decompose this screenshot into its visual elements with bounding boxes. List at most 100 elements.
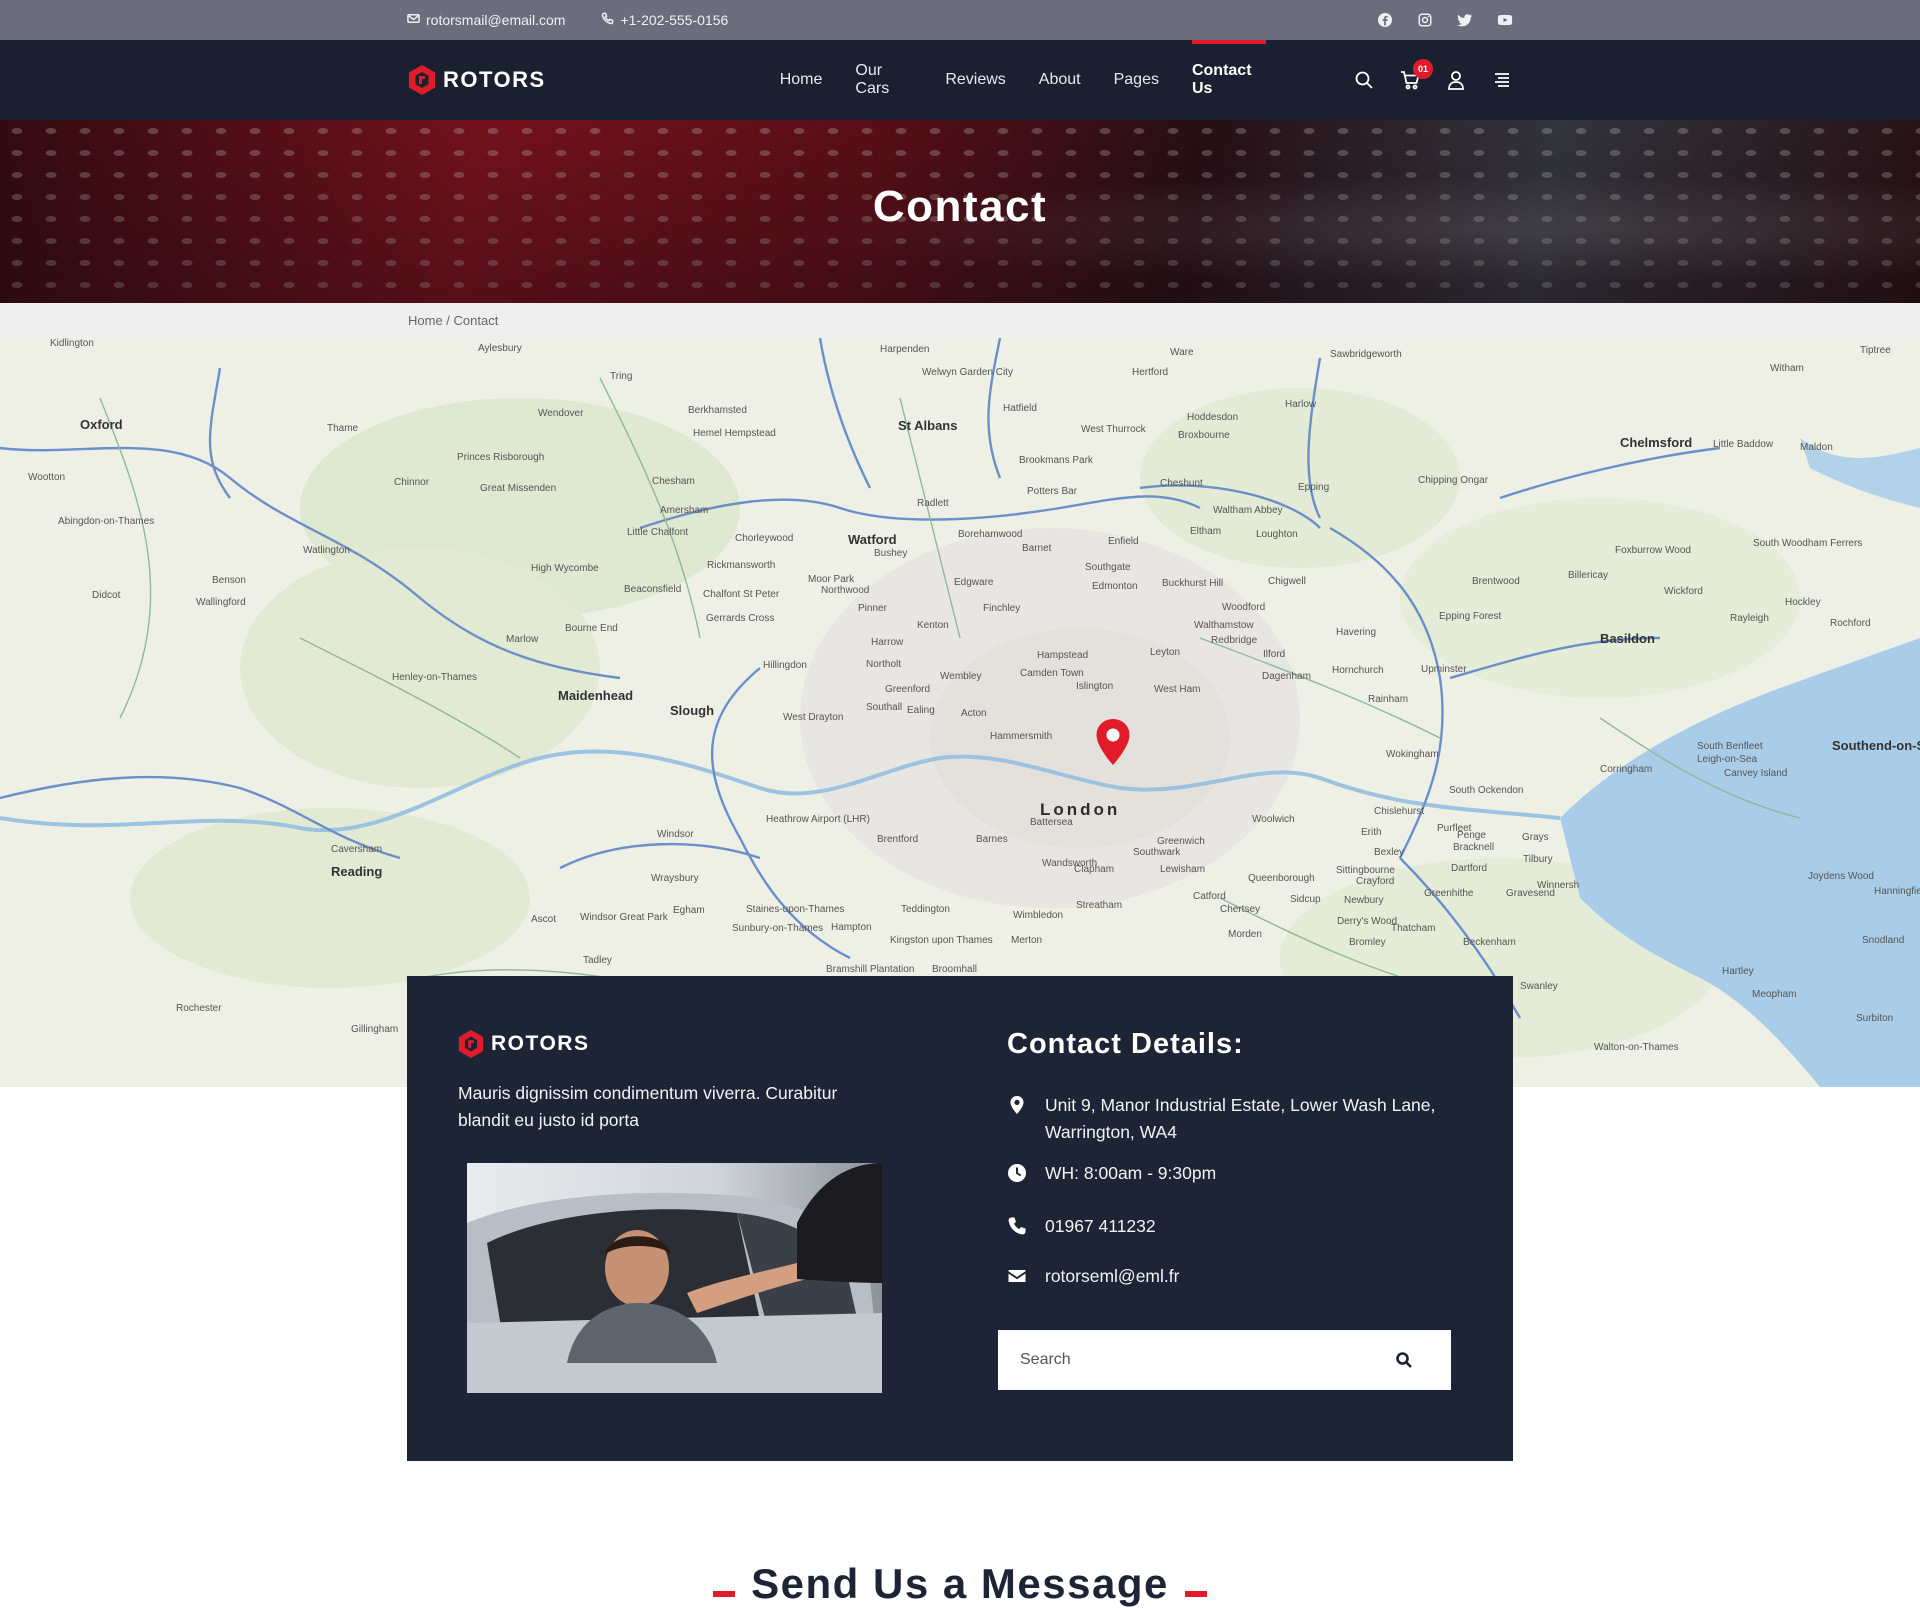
company-description: Mauris dignissim condimentum viverra. Cu… xyxy=(458,1083,838,1130)
map-label: Rochester xyxy=(176,1003,222,1014)
map-label: Tring xyxy=(610,371,633,382)
map-label: Edmonton xyxy=(1092,581,1138,592)
card-logo[interactable]: ROTORS xyxy=(457,1029,589,1059)
search-input[interactable] xyxy=(1020,1351,1380,1369)
map-label: Merton xyxy=(1011,935,1043,946)
map-label: Leyton xyxy=(1150,647,1181,658)
search-button-icon[interactable] xyxy=(1395,1351,1413,1369)
cart-count-badge: 01 xyxy=(1413,59,1433,79)
page-hero: Contact xyxy=(0,120,1920,303)
map-label: Redbridge xyxy=(1211,635,1258,646)
instagram-icon[interactable] xyxy=(1417,12,1433,28)
map-label: Witham xyxy=(1770,363,1804,374)
youtube-icon[interactable] xyxy=(1497,12,1513,28)
address-text: Unit 9, Manor Industrial Estate, Lower W… xyxy=(1045,1095,1436,1142)
breadcrumb[interactable]: Home / Contact xyxy=(408,313,498,328)
map-label-london: London xyxy=(1040,800,1121,819)
contact-details-heading: Contact Details: xyxy=(1007,1028,1244,1060)
map-label: Chislehurst xyxy=(1374,806,1425,817)
map-label: Crayford xyxy=(1356,876,1395,887)
map-label: Brentford xyxy=(877,834,919,845)
map-label: Wraysbury xyxy=(651,873,699,884)
map-label: Princes Risborough xyxy=(457,452,545,463)
map-label: Amersham xyxy=(660,505,709,516)
map-label: Bexley xyxy=(1374,847,1405,858)
map-label: Wallingford xyxy=(196,597,246,608)
map-label: Lewisham xyxy=(1160,864,1206,875)
facebook-icon[interactable] xyxy=(1377,12,1393,28)
map-label: Rayleigh xyxy=(1730,613,1769,624)
map-label: Chipping Ongar xyxy=(1418,475,1489,486)
map-label: Hampstead xyxy=(1037,650,1089,661)
map-label: Epping xyxy=(1298,482,1330,493)
map-label: Upminster xyxy=(1421,664,1467,675)
contact-phone[interactable]: 01967 411232 xyxy=(1007,1213,1156,1240)
main-menu: Home Our Cars Reviews About Pages Contac… xyxy=(780,40,1299,120)
search-icon[interactable] xyxy=(1353,69,1375,91)
map-label: Ascot xyxy=(531,914,557,925)
location-map[interactable]: Kidlington Aylesbury Tring Harpenden War… xyxy=(0,338,1920,1087)
nav-home[interactable]: Home xyxy=(780,40,823,120)
map-label: Brookmans Park xyxy=(1019,455,1093,466)
map-label: Gillingham xyxy=(351,1024,399,1035)
map-label: Abingdon-on-Thames xyxy=(58,516,155,527)
map-label: Broxbourne xyxy=(1178,430,1230,441)
email-text: rotorseml@eml.fr xyxy=(1045,1266,1180,1286)
map-label: West Ham xyxy=(1154,684,1201,695)
map-label: Wimbledon xyxy=(1013,910,1064,921)
user-icon[interactable] xyxy=(1445,69,1467,91)
map-label: Queenborough xyxy=(1248,873,1315,884)
topbar-phone[interactable]: +1-202-555-0156 xyxy=(601,12,728,28)
map-label: Bromley xyxy=(1349,937,1386,948)
map-label: Hemel Hempstead xyxy=(693,428,776,439)
map-label: Dartford xyxy=(1451,863,1488,874)
map-label: Sawbridgeworth xyxy=(1330,349,1402,360)
heading-accent-left xyxy=(713,1590,736,1597)
menu-icon[interactable] xyxy=(1491,69,1513,91)
map-label: Havering xyxy=(1336,627,1377,638)
map-label: Greenwich xyxy=(1157,836,1205,847)
map-label: Waltham Abbey xyxy=(1213,505,1283,516)
nav-about[interactable]: About xyxy=(1039,40,1081,120)
map-label: Finchley xyxy=(983,603,1021,614)
map-label: Hillingdon xyxy=(763,660,807,671)
hours-text: WH: 8:00am - 9:30pm xyxy=(1045,1163,1217,1183)
map-label: Northwood xyxy=(821,585,870,596)
map-label: South Benfleet xyxy=(1697,741,1763,752)
map-label: Greenford xyxy=(885,684,931,695)
nav-contact-us[interactable]: Contact Us xyxy=(1191,40,1267,120)
map-label: Potters Bar xyxy=(1027,486,1078,497)
map-label: Walton-on-Thames xyxy=(1594,1042,1679,1053)
map-label: Slough xyxy=(670,703,715,718)
contact-card: ROTORS Mauris dignissim condimentum vive… xyxy=(407,976,1513,1461)
map-label: Bracknell xyxy=(1453,842,1495,853)
map-label: Northolt xyxy=(866,659,902,670)
topbar-email[interactable]: rotorsmail@email.com xyxy=(407,12,565,28)
nav-pages[interactable]: Pages xyxy=(1114,40,1159,120)
contact-email[interactable]: rotorseml@eml.fr xyxy=(1007,1263,1179,1290)
nav-reviews[interactable]: Reviews xyxy=(945,40,1005,120)
map-label: Foxburrow Wood xyxy=(1615,545,1691,556)
map-label: Windsor xyxy=(657,829,694,840)
map-label: Rochford xyxy=(1830,618,1871,629)
nav-our-cars[interactable]: Our Cars xyxy=(855,40,912,120)
cart-icon[interactable]: 01 xyxy=(1399,59,1433,91)
map-label: Loughton xyxy=(1256,529,1298,540)
phone-icon xyxy=(601,12,620,28)
map-label: Chalfont St Peter xyxy=(703,589,780,600)
map-label: Staines-upon-Thames xyxy=(746,904,845,915)
site-logo[interactable]: ROTORS xyxy=(407,64,546,96)
map-label: Cheshunt xyxy=(1160,478,1203,489)
map-label: Broomhall xyxy=(932,964,978,975)
location-pin-icon[interactable] xyxy=(1095,718,1131,766)
map-label: Rainham xyxy=(1368,694,1409,705)
map-label: Thame xyxy=(327,423,359,434)
heading-accent-right xyxy=(1184,1590,1207,1597)
map-label: Radlett xyxy=(917,498,949,509)
map-label: Morden xyxy=(1228,929,1262,940)
twitter-icon[interactable] xyxy=(1457,12,1473,28)
map-label: Ealing xyxy=(907,705,935,716)
map-label: West Thurrock xyxy=(1081,424,1146,435)
map-label: Sidcup xyxy=(1290,894,1321,905)
map-label: South Woodham Ferrers xyxy=(1753,538,1863,549)
